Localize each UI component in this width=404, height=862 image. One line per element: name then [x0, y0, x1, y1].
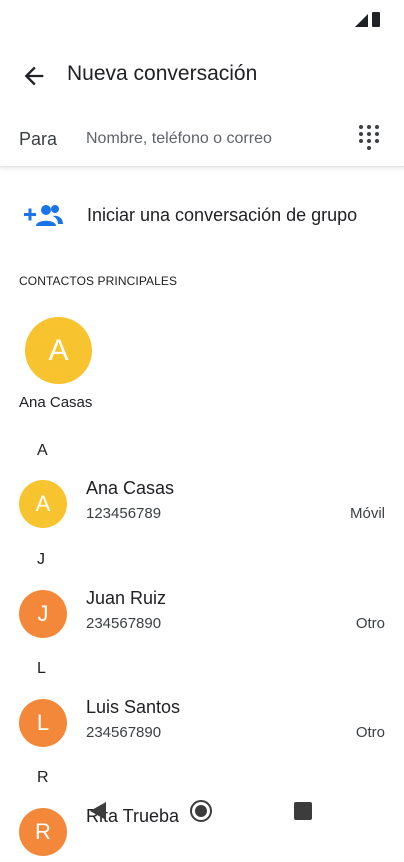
to-label: Para [19, 129, 58, 149]
nav-home-icon[interactable] [190, 800, 212, 822]
status-bar [0, 0, 404, 40]
nav-recents-icon[interactable] [294, 802, 312, 820]
phone-type: Móvil [349, 505, 385, 522]
avatar: A [19, 480, 67, 528]
avatar: A [25, 317, 92, 384]
contact-row[interactable]: J Juan Ruiz 234567890 Otro [0, 584, 404, 644]
phone-type: Otro [355, 615, 385, 632]
top-contact-item[interactable]: A Ana Casas [10, 312, 110, 417]
contact-phone: 123456789 [86, 505, 162, 522]
group-add-icon [24, 202, 64, 230]
contact-name: Ana Casas [86, 478, 175, 498]
contact-row[interactable]: L Luis Santos 234567890 Otro [0, 693, 404, 753]
recipient-input[interactable] [86, 126, 336, 152]
signal-icon [355, 14, 368, 27]
page-title: Nueva conversación [67, 62, 258, 85]
nav-back-icon[interactable] [90, 802, 106, 820]
contact-name: Ana Casas [19, 394, 93, 411]
avatar: L [19, 699, 67, 747]
app-bar: Nueva conversación [0, 40, 404, 112]
contact-name: Luis Santos [86, 697, 181, 717]
section-letter: A [37, 442, 48, 459]
group-conversation-label: Iniciar una conversación de grupo [87, 205, 358, 225]
section-letter: J [37, 551, 45, 568]
contact-phone: 234567890 [86, 724, 162, 741]
contact-phone: 234567890 [86, 615, 162, 632]
avatar: J [19, 590, 67, 638]
battery-icon [372, 12, 380, 27]
arrow-back-icon[interactable] [20, 62, 48, 90]
contact-row[interactable]: A Ana Casas 123456789 Móvil [0, 474, 404, 534]
system-navigation-bar [0, 788, 404, 840]
phone-type: Otro [355, 724, 385, 741]
section-letter: R [37, 769, 49, 786]
start-group-conversation-button[interactable]: Iniciar una conversación de grupo [0, 186, 404, 246]
recipient-row: Para [0, 112, 404, 167]
dialpad-icon[interactable] [358, 124, 384, 154]
top-contacts-header: CONTACTOS PRINCIPALES [19, 274, 178, 288]
section-letter: L [37, 660, 46, 677]
contact-name: Juan Ruiz [86, 588, 167, 608]
